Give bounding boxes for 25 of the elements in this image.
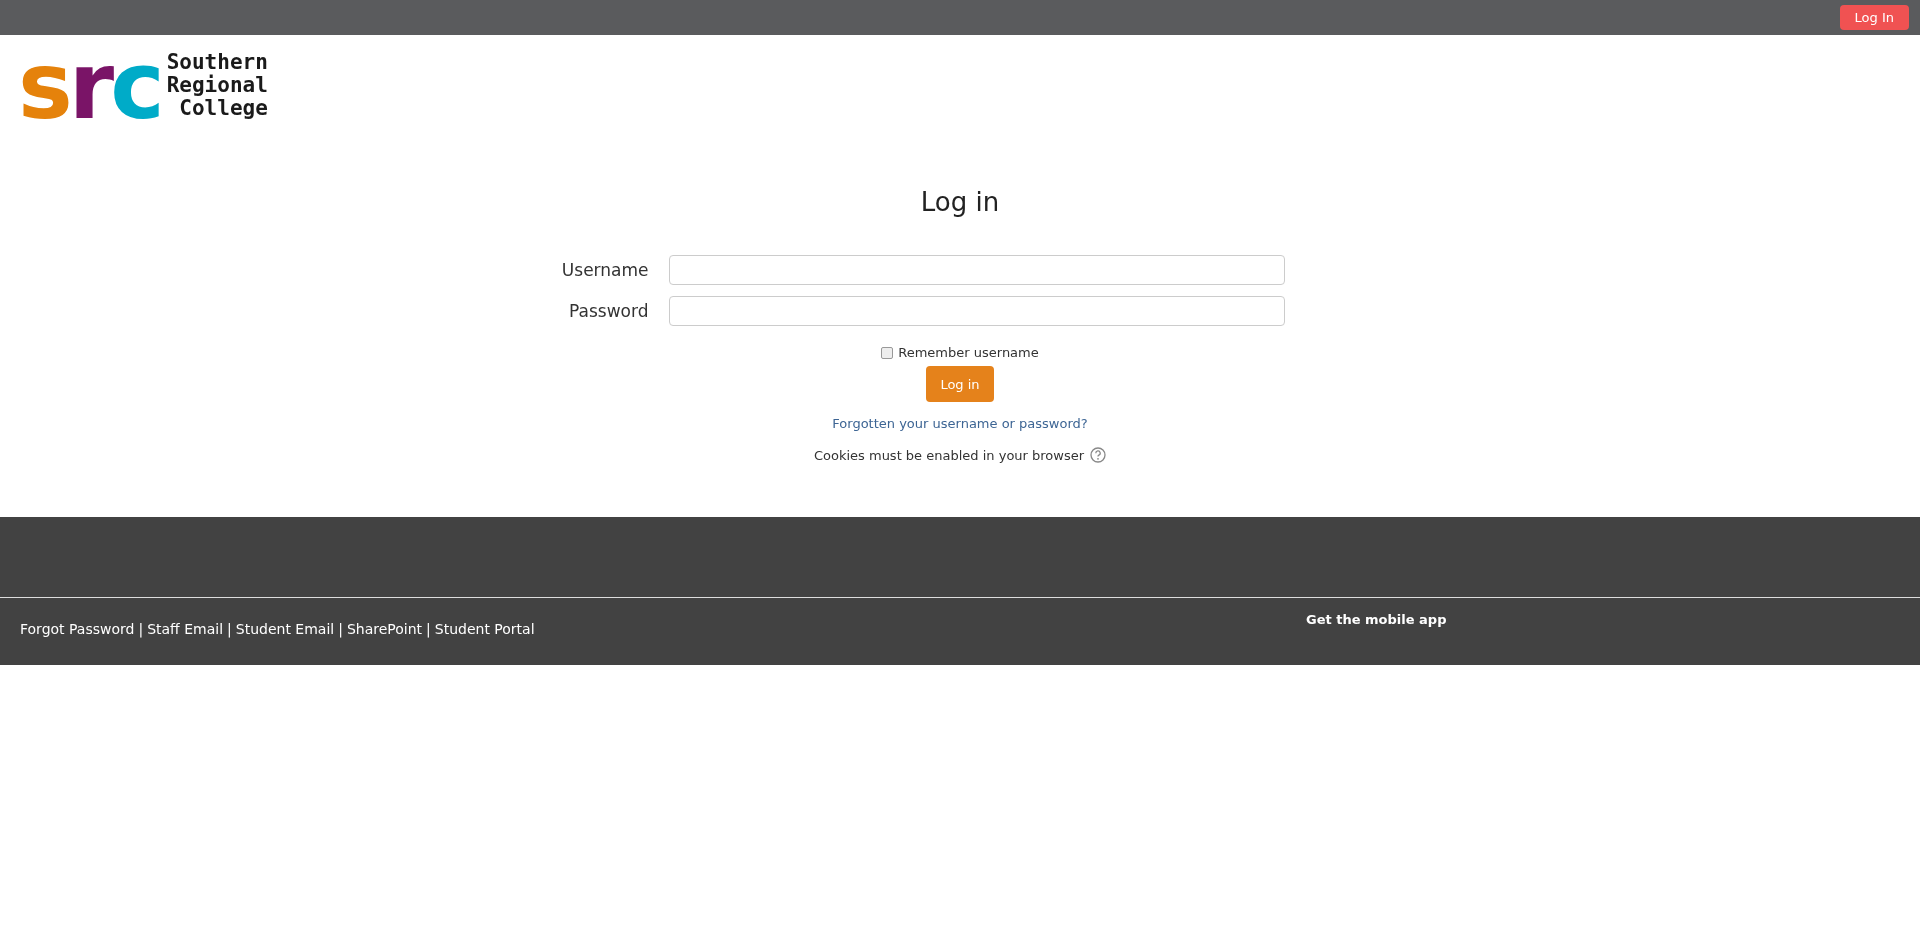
footer-link[interactable]: Forgot Password	[20, 621, 135, 637]
college-name: College	[179, 96, 268, 120]
field-label: Username	[560, 260, 649, 280]
remember-checkbox[interactable]	[881, 346, 894, 359]
link-separator: |	[138, 621, 144, 637]
cookies-note: Cookies must be enabled in your browser	[813, 447, 1085, 463]
logo-letter: r	[68, 49, 111, 125]
remember-label: Remember username	[898, 345, 1039, 360]
forgot-password-link[interactable]: Forgotten your username or password?	[832, 416, 1088, 431]
footer-link[interactable]: SharePoint	[346, 621, 423, 637]
footer-link[interactable]: Student Email	[235, 621, 335, 637]
logo-letter: s	[18, 49, 69, 125]
college-name: Southern	[166, 50, 268, 74]
input-field[interactable]	[668, 255, 1285, 285]
field-label: Password	[568, 301, 649, 321]
page-heading: Log in	[920, 187, 1000, 217]
link-separator: |	[426, 621, 431, 637]
input-field[interactable]	[668, 296, 1285, 326]
footer-link[interactable]: Student Portal	[434, 621, 535, 637]
link-separator: |	[227, 621, 232, 637]
footer-link[interactable]: Staff Email	[147, 621, 224, 637]
link-separator: |	[338, 621, 343, 637]
college-name: Regional	[166, 73, 268, 97]
help-icon[interactable]	[1090, 447, 1107, 463]
mobile-app-link[interactable]: Get the mobile app	[1306, 612, 1447, 637]
